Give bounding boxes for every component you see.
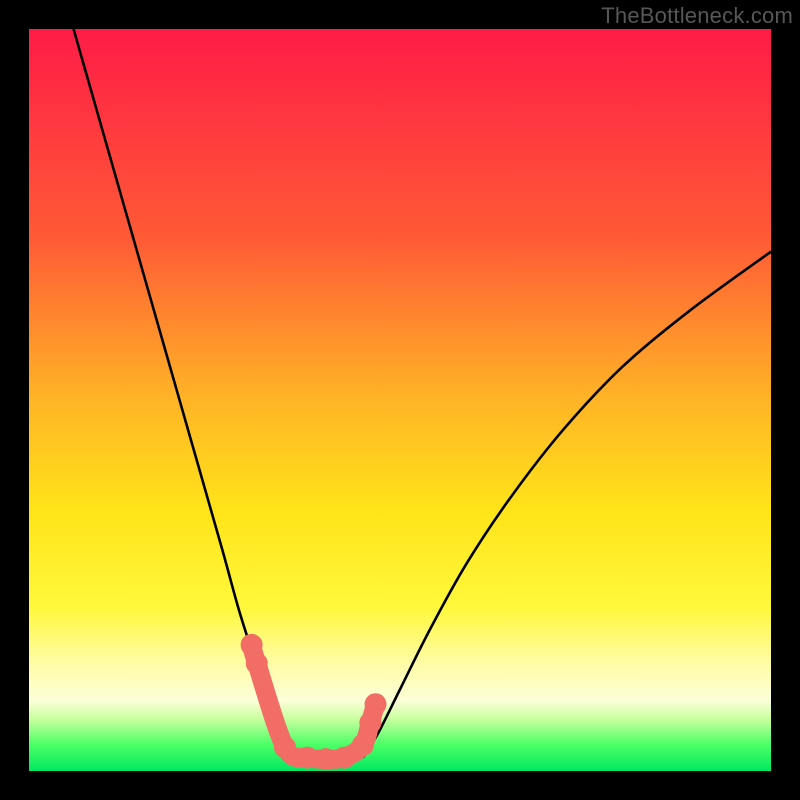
- watermark-text: TheBottleneck.com: [601, 3, 793, 29]
- valley-marker-dot: [365, 693, 387, 715]
- valley-marker-dot: [241, 634, 263, 656]
- valley-marker-dot: [246, 652, 268, 674]
- valley-marker-dot: [333, 747, 355, 769]
- chart-svg: [29, 29, 771, 771]
- chart-frame: TheBottleneck.com: [0, 0, 800, 800]
- valley-marker-dot: [274, 736, 296, 758]
- gradient-background: [29, 29, 771, 771]
- plot-area: [29, 29, 771, 771]
- valley-marker-dot: [352, 734, 374, 756]
- valley-marker-dot: [359, 712, 381, 734]
